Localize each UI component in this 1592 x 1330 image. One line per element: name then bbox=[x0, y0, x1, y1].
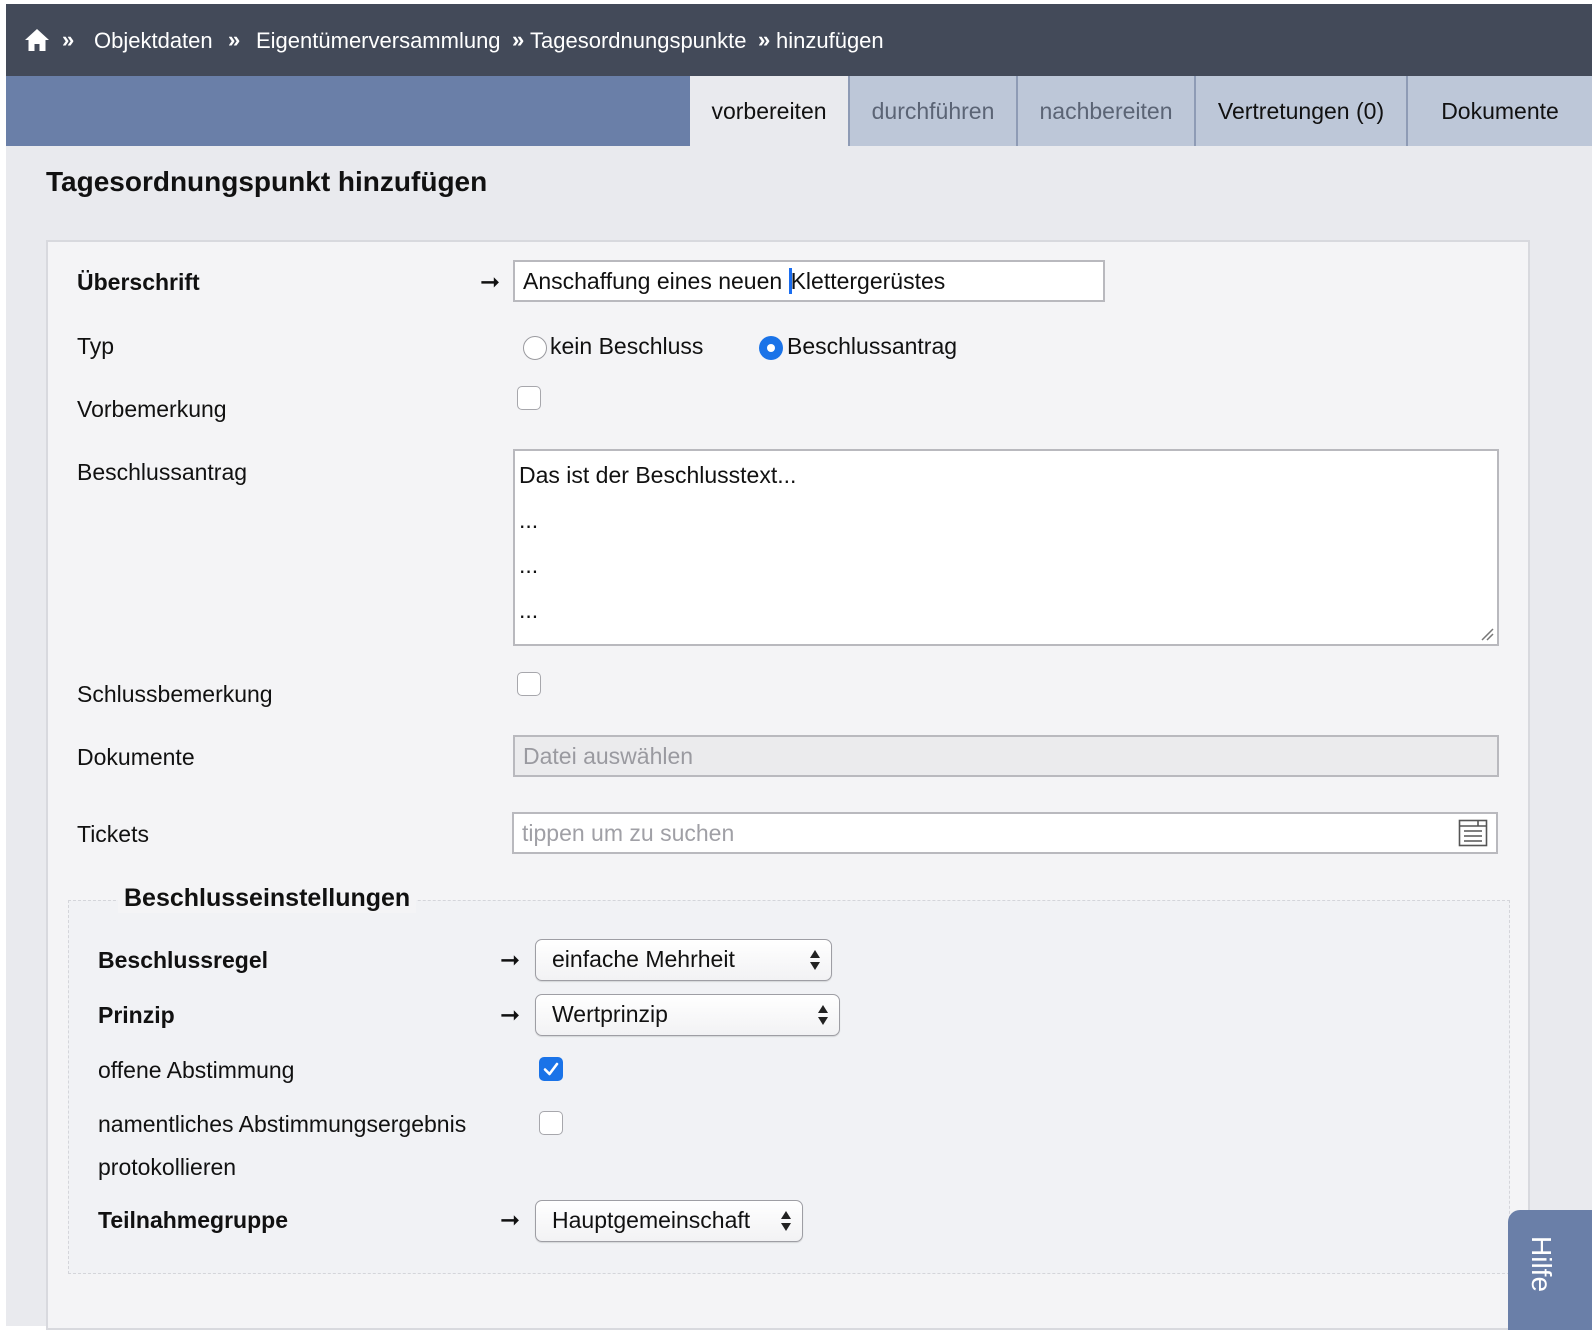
textarea-line: Das ist der Beschlusstext... bbox=[519, 462, 797, 488]
ueberschrift-input[interactable]: Anschaffung eines neuen Klettergerüstes bbox=[513, 260, 1105, 302]
schlussbemerkung-checkbox[interactable] bbox=[517, 672, 541, 696]
required-arrow-icon: ➞ bbox=[480, 269, 501, 296]
teilnahmegruppe-value: Hauptgemeinschaft bbox=[552, 1207, 751, 1233]
offene-abstimmung-label: offene Abstimmung bbox=[98, 1057, 295, 1083]
select-arrows-icon bbox=[781, 1211, 791, 1231]
tab-nachbereiten[interactable]: nachbereiten bbox=[1016, 76, 1194, 146]
radio-beschlussantrag[interactable] bbox=[759, 336, 783, 360]
teilnahmegruppe-select[interactable]: Hauptgemeinschaft bbox=[535, 1200, 803, 1242]
typ-label: Typ bbox=[77, 333, 115, 359]
prinzip-label: Prinzip bbox=[98, 1002, 175, 1028]
select-arrows-icon bbox=[818, 1005, 828, 1025]
namentlich-checkbox[interactable] bbox=[539, 1111, 563, 1135]
dokumente-label: Dokumente bbox=[77, 744, 195, 770]
prinzip-value: Wertprinzip bbox=[552, 1001, 668, 1027]
ueberschrift-label: Überschrift bbox=[77, 269, 200, 295]
breadcrumb-separator: » bbox=[62, 27, 75, 52]
beschlussantrag-textarea[interactable]: Das ist der Beschlusstext... ... ... ... bbox=[513, 449, 1499, 646]
beschlusseinstellungen-legend: Beschlusseinstellungen bbox=[118, 884, 417, 913]
tab-vertretungen[interactable]: Vertretungen (0) bbox=[1194, 76, 1406, 146]
breadcrumb-separator: » bbox=[512, 27, 525, 52]
required-arrow-icon: ➞ bbox=[500, 947, 521, 974]
breadcrumb-eigentuemerversammlung[interactable]: Eigentümerversammlung bbox=[256, 28, 501, 54]
teilnahmegruppe-label: Teilnahmegruppe bbox=[98, 1207, 288, 1233]
namentlich-label-line1: namentliches Abstimmungsergebnis bbox=[98, 1111, 467, 1137]
help-button[interactable]: Hilfe bbox=[1508, 1210, 1592, 1330]
breadcrumb-separator: » bbox=[758, 27, 771, 52]
offene-abstimmung-checkbox[interactable] bbox=[539, 1057, 563, 1081]
tab-durchfuehren[interactable]: durchführen bbox=[848, 76, 1016, 146]
textarea-line: ... bbox=[519, 507, 539, 533]
required-arrow-icon: ➞ bbox=[500, 1002, 521, 1029]
breadcrumb-separator: » bbox=[228, 27, 241, 52]
ueberschrift-value-part1: Anschaffung eines neuen bbox=[523, 268, 789, 294]
home-icon[interactable] bbox=[24, 28, 50, 52]
help-label: Hilfe bbox=[1526, 1236, 1557, 1293]
ueberschrift-value-part2: Klettergerüstes bbox=[790, 268, 946, 294]
prinzip-select[interactable]: Wertprinzip bbox=[535, 994, 840, 1036]
namentlich-label-line2: protokollieren bbox=[98, 1154, 237, 1180]
radio-beschlussantrag-label[interactable]: Beschlussantrag bbox=[787, 332, 957, 360]
tab-dokumente[interactable]: Dokumente bbox=[1406, 76, 1592, 146]
breadcrumb-tagesordnungspunkte[interactable]: Tagesordnungspunkte bbox=[530, 28, 747, 54]
textarea-line: ... bbox=[519, 552, 539, 578]
breadcrumb-objektdaten[interactable]: Objektdaten bbox=[94, 28, 213, 54]
breadcrumb: » Objektdaten » Eigentümerversammlung » … bbox=[6, 4, 1592, 76]
required-arrow-icon: ➞ bbox=[500, 1207, 521, 1234]
dokumente-file-input[interactable]: Datei auswählen bbox=[513, 735, 1499, 777]
resize-handle-icon[interactable] bbox=[1480, 627, 1494, 641]
beschlussantrag-label: Beschlussantrag bbox=[77, 459, 248, 485]
radio-kein-beschluss-label[interactable]: kein Beschluss bbox=[550, 332, 703, 360]
list-picker-icon[interactable] bbox=[1458, 819, 1488, 847]
beschlussregel-label: Beschlussregel bbox=[98, 947, 269, 973]
select-arrows-icon bbox=[810, 950, 820, 970]
tab-bar: vorbereiten durchführen nachbereiten Ver… bbox=[6, 76, 1592, 146]
checkmark-icon bbox=[543, 1062, 559, 1076]
beschlussregel-value: einfache Mehrheit bbox=[552, 946, 735, 972]
breadcrumb-hinzufuegen: hinzufügen bbox=[776, 28, 884, 53]
app-frame: » Objektdaten » Eigentümerversammlung » … bbox=[6, 4, 1592, 1330]
tab-vorbereiten[interactable]: vorbereiten bbox=[690, 76, 848, 146]
vorbemerkung-label: Vorbemerkung bbox=[77, 396, 227, 422]
schlussbemerkung-label: Schlussbemerkung bbox=[77, 681, 273, 707]
beschlussregel-select[interactable]: einfache Mehrheit bbox=[535, 939, 832, 981]
tickets-search-input[interactable]: tippen um zu suchen bbox=[512, 812, 1498, 854]
tickets-label: Tickets bbox=[77, 821, 149, 847]
page-title: Tagesordnungspunkt hinzufügen bbox=[46, 166, 488, 197]
tickets-placeholder: tippen um zu suchen bbox=[522, 820, 735, 846]
radio-kein-beschluss[interactable] bbox=[523, 336, 547, 360]
vorbemerkung-checkbox[interactable] bbox=[517, 386, 541, 410]
textarea-line: ... bbox=[519, 597, 539, 623]
